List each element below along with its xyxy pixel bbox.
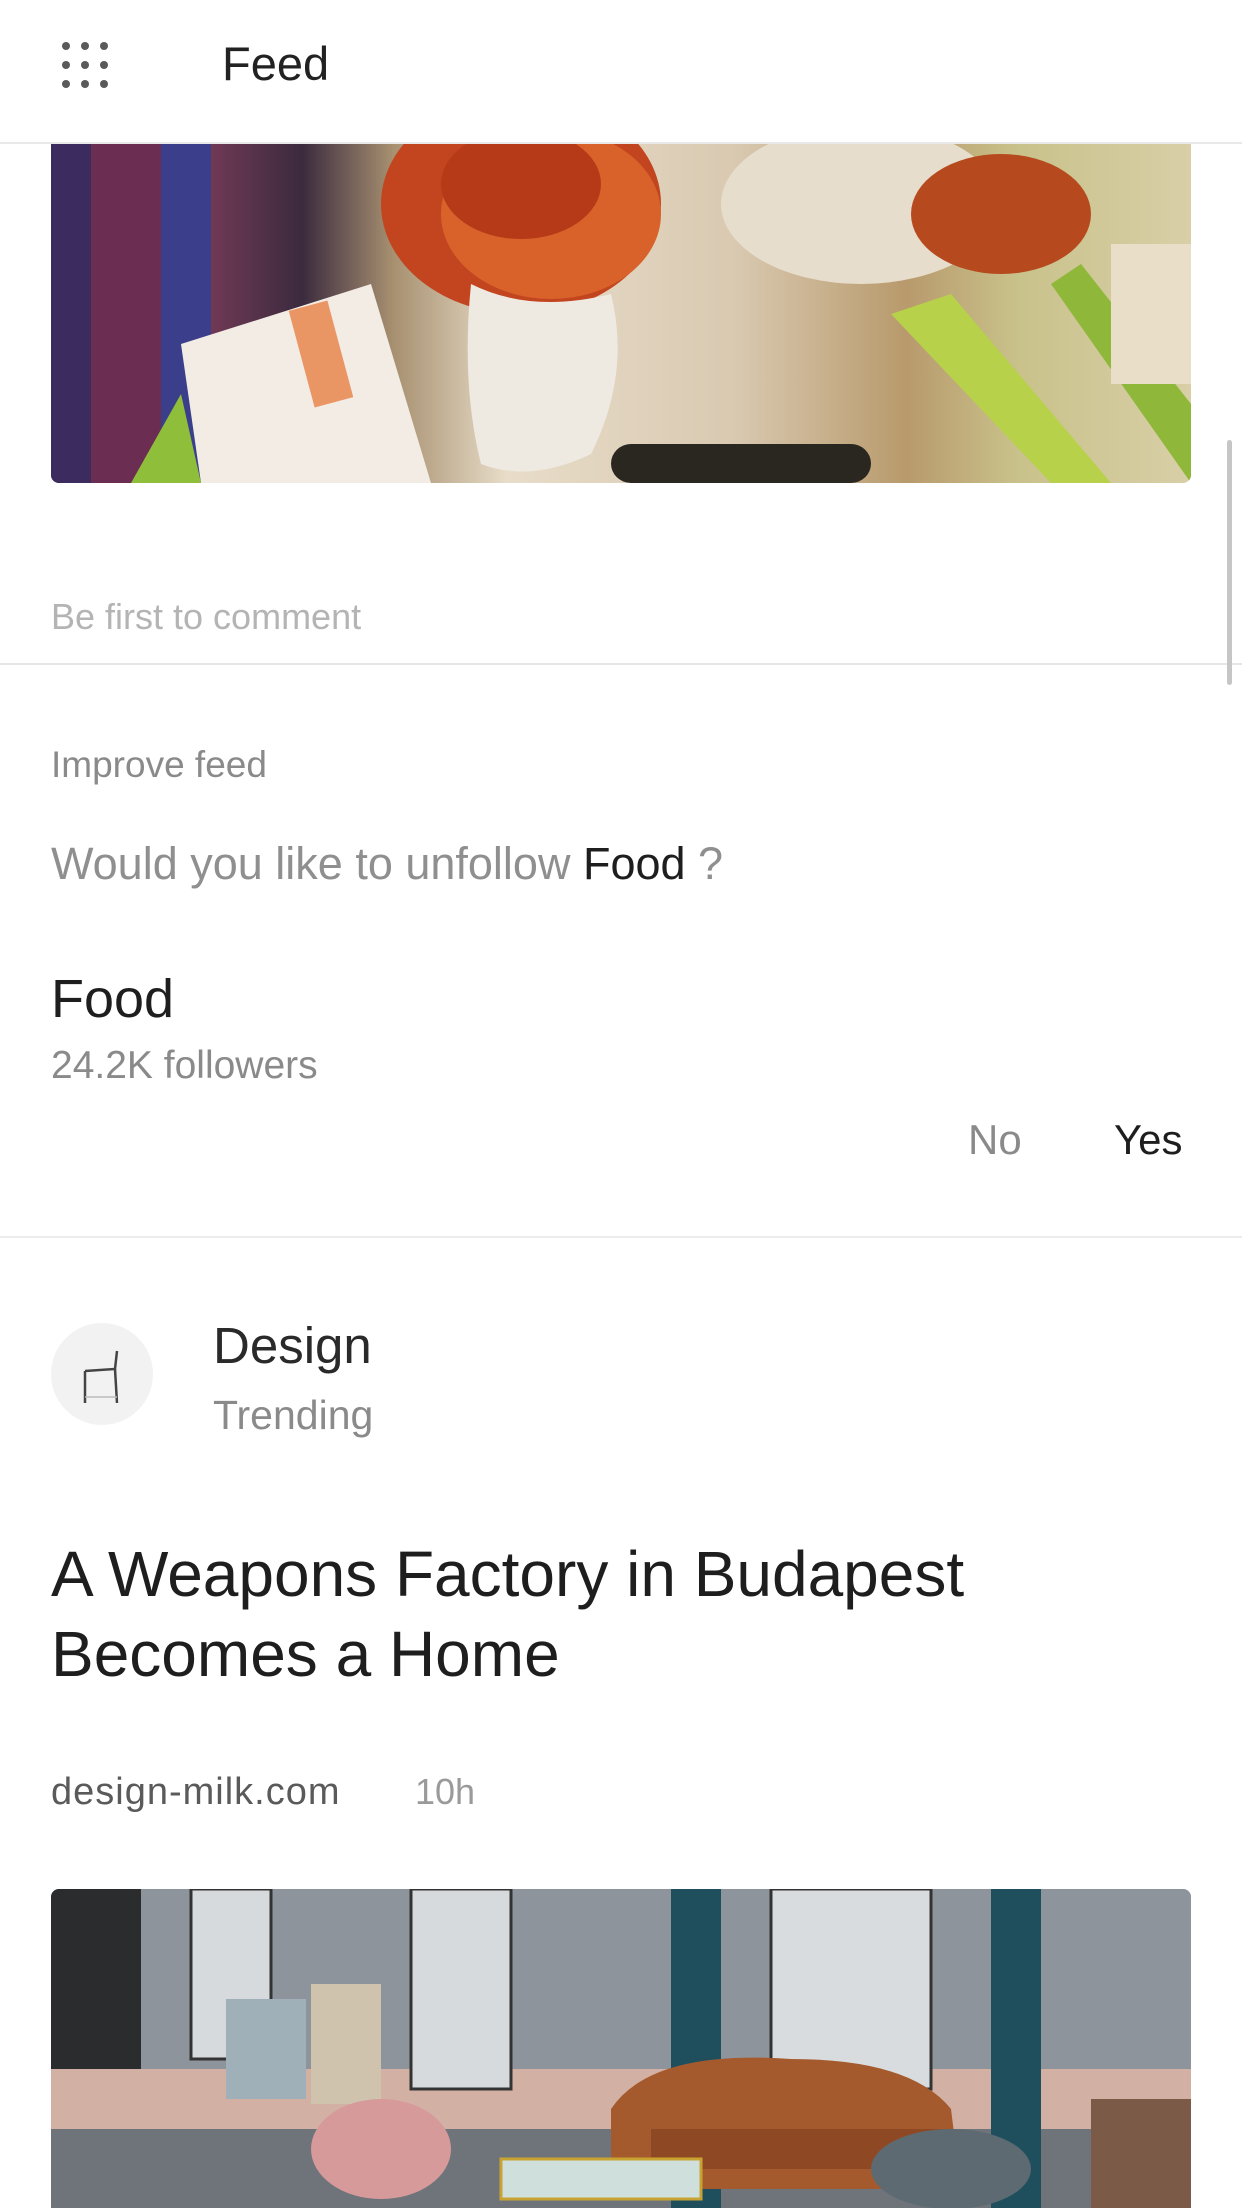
divider — [0, 1236, 1242, 1238]
grid-menu-icon[interactable] — [62, 42, 108, 88]
topic-name[interactable]: Food — [51, 968, 174, 1030]
food-photo — [51, 144, 1191, 483]
article-age: 10h — [415, 1771, 476, 1812]
no-button[interactable]: No — [968, 1116, 1022, 1164]
article-image[interactable] — [51, 1889, 1191, 2208]
article-domain[interactable]: design-milk.com — [51, 1771, 341, 1814]
feed-screen: Feed Be first to comment Improve feed Wo… — [0, 0, 1242, 2208]
source-avatar[interactable] — [51, 1323, 153, 1425]
divider — [0, 663, 1242, 665]
app-header: Feed — [0, 0, 1242, 144]
food-post-image[interactable] — [51, 144, 1191, 483]
question-suffix: ? — [685, 838, 724, 889]
scrollbar[interactable] — [1227, 440, 1232, 685]
improve-feed-label: Improve feed — [51, 744, 267, 785]
page-title: Feed — [222, 37, 330, 90]
question-topic: Food — [582, 838, 686, 889]
source-name[interactable]: Design — [213, 1316, 372, 1375]
unfollow-question: Would you like to unfollow Food ? — [51, 838, 723, 890]
source-subtitle: Trending — [213, 1392, 374, 1438]
article-title[interactable]: A Weapons Factory in Budapest Becomes a … — [51, 1534, 1191, 1694]
yes-button[interactable]: Yes — [1114, 1116, 1183, 1164]
comment-placeholder[interactable]: Be first to comment — [51, 596, 361, 638]
question-prefix: Would you like to unfollow — [51, 838, 583, 889]
interior-photo — [51, 1889, 1191, 2208]
topic-followers: 24.2K followers — [51, 1044, 318, 1087]
chair-icon — [83, 1350, 119, 1403]
